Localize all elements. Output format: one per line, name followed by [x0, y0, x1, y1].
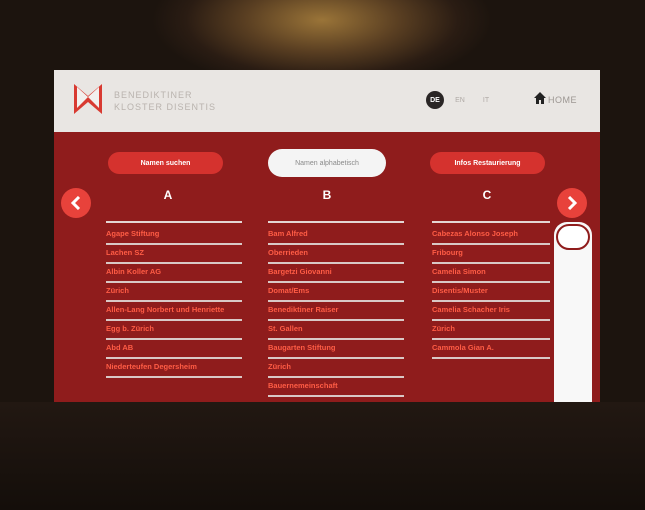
- column-a: Agape Stiftung Lachen SZ Albin Koller AG…: [106, 221, 242, 378]
- list-item[interactable]: Camelia Schacher Iris: [432, 302, 550, 321]
- list-item[interactable]: Agape Stiftung: [106, 226, 242, 245]
- list-item[interactable]: Niederteufen Degersheim: [106, 359, 242, 378]
- list-item[interactable]: Benediktiner Raiser: [268, 302, 404, 321]
- x-cross-logo: [74, 84, 102, 114]
- tab-namen-suchen[interactable]: Namen suchen: [108, 152, 223, 174]
- list-item[interactable]: Bargetzi Giovanni: [268, 264, 404, 283]
- app-header: BENEDIKTINER KLOSTER DISENTIS DE EN IT H…: [54, 70, 600, 132]
- kiosk-screen: BENEDIKTINER KLOSTER DISENTIS DE EN IT H…: [54, 70, 600, 402]
- list-item[interactable]: Zürich: [432, 321, 550, 340]
- scrollbar-thumb[interactable]: [556, 224, 590, 250]
- list-item[interactable]: Albin Koller AG: [106, 264, 242, 283]
- home-button[interactable]: HOME: [548, 95, 577, 105]
- column-divider: [106, 221, 242, 223]
- device-bezel-bottom: [0, 402, 645, 510]
- list-item[interactable]: Zürich: [268, 359, 404, 378]
- list-item[interactable]: Domat/Ems: [268, 283, 404, 302]
- tab-infos-restaurierung[interactable]: Infos Restaurierung: [430, 152, 545, 174]
- list-item[interactable]: Zürich: [106, 283, 242, 302]
- lang-button-it[interactable]: IT: [477, 91, 495, 109]
- list-item[interactable]: Allen-Lang Norbert und Henriette: [106, 302, 242, 321]
- column-b: Bam Alfred Oberrieden Bargetzi Giovanni …: [268, 221, 404, 397]
- list-item[interactable]: Fribourg: [432, 245, 550, 264]
- column-c: Cabezas Alonso Joseph Fribourg Camelia S…: [432, 221, 550, 359]
- tab-namen-alphabetisch[interactable]: Namen alphabetisch: [268, 149, 386, 177]
- list-item[interactable]: Cabezas Alonso Joseph: [432, 226, 550, 245]
- device-bezel-top: [0, 0, 645, 70]
- lang-button-de[interactable]: DE: [426, 91, 444, 109]
- directory-panel: Namen suchen Namen alphabetisch Infos Re…: [54, 132, 600, 402]
- next-page-button[interactable]: [557, 188, 587, 218]
- brand-line-1: BENEDIKTINER: [114, 90, 193, 100]
- list-item[interactable]: St. Gallen: [268, 321, 404, 340]
- list-item[interactable]: Disentis/Muster: [432, 283, 550, 302]
- column-letter-c: C: [482, 188, 492, 202]
- list-item[interactable]: Cammola Gian A.: [432, 340, 550, 359]
- list-item[interactable]: Egg b. Zürich: [106, 321, 242, 340]
- chevron-right-icon: [567, 196, 578, 210]
- lang-button-en[interactable]: EN: [451, 91, 469, 109]
- list-item[interactable]: Bauernemeinschaft: [268, 378, 404, 397]
- list-item[interactable]: Camelia Simon: [432, 264, 550, 283]
- column-divider: [268, 221, 404, 223]
- column-letter-a: A: [163, 188, 173, 202]
- home-icon[interactable]: [534, 92, 546, 104]
- list-item[interactable]: Bam Alfred: [268, 226, 404, 245]
- brand-line-2: KLOSTER DISENTIS: [114, 102, 217, 112]
- prev-page-button[interactable]: [61, 188, 91, 218]
- list-item[interactable]: Lachen SZ: [106, 245, 242, 264]
- list-item[interactable]: Abd AB: [106, 340, 242, 359]
- column-letter-b: B: [322, 188, 332, 202]
- chevron-left-icon: [70, 196, 81, 210]
- list-item[interactable]: Baugarten Stiftung: [268, 340, 404, 359]
- column-divider: [432, 221, 550, 223]
- list-item[interactable]: Oberrieden: [268, 245, 404, 264]
